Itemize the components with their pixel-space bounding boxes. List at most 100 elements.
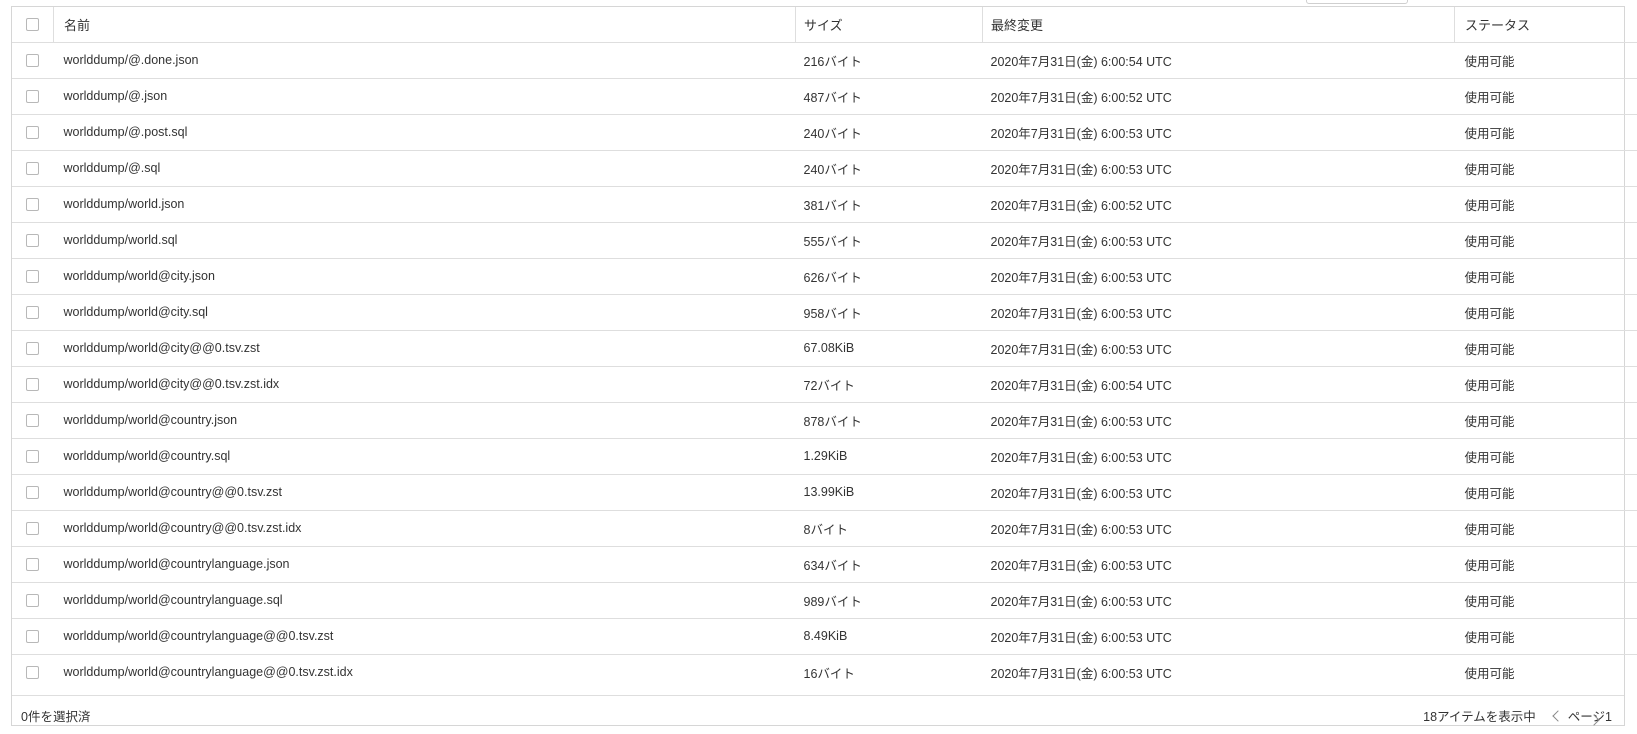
row-select-cell <box>12 618 54 654</box>
object-modified: 2020年7月31日(金) 6:00:53 UTC <box>990 126 1172 141</box>
object-name[interactable]: worlddump/world@country.sql <box>54 438 796 474</box>
row-checkbox[interactable] <box>26 521 39 535</box>
object-modified: 2020年7月31日(金) 6:00:52 UTC <box>990 90 1172 105</box>
column-header-size[interactable]: サイズ <box>795 7 983 42</box>
row-checkbox[interactable] <box>26 125 39 139</box>
row-checkbox[interactable] <box>26 377 39 391</box>
row-checkbox[interactable] <box>26 449 39 463</box>
row-actions-cell <box>1633 654 1637 690</box>
object-size: 240バイト <box>803 126 862 141</box>
object-modified: 2020年7月31日(金) 6:00:53 UTC <box>990 234 1172 249</box>
row-select-cell <box>12 582 54 618</box>
object-name[interactable]: worlddump/@.post.sql <box>54 114 796 150</box>
table-row: worlddump/world@city@@0.tsv.zst 67.08KiB 2… <box>12 330 1637 366</box>
object-modified: 2020年7月31日(金) 6:00:53 UTC <box>990 666 1172 681</box>
object-status: 使用可能 <box>1464 54 1515 69</box>
table-row: worlddump/world@city@@0.tsv.zst.idx 72バイト… <box>12 366 1637 402</box>
row-checkbox[interactable] <box>26 269 39 283</box>
object-name[interactable]: worlddump/world@countrylanguage@@0.tsv.z… <box>54 654 796 690</box>
row-select-cell <box>12 474 54 510</box>
row-actions-cell <box>1633 438 1637 474</box>
object-name[interactable]: worlddump/world@country.json <box>54 402 796 438</box>
row-checkbox[interactable] <box>26 485 39 499</box>
object-size: 381バイト <box>803 198 862 213</box>
row-checkbox[interactable] <box>26 629 39 643</box>
row-actions-cell <box>1633 42 1637 78</box>
row-checkbox[interactable] <box>26 665 39 679</box>
object-name[interactable]: worlddump/world.sql <box>54 222 796 258</box>
row-checkbox[interactable] <box>26 413 39 427</box>
object-status: 使用可能 <box>1464 666 1515 681</box>
object-name[interactable]: worlddump/world@countrylanguage.json <box>54 546 796 582</box>
row-checkbox[interactable] <box>26 161 39 175</box>
row-select-cell <box>12 654 54 690</box>
select-all-checkbox[interactable] <box>26 17 39 31</box>
row-checkbox[interactable] <box>26 53 39 67</box>
object-status: 使用可能 <box>1464 90 1515 105</box>
object-name[interactable]: worlddump/world@countrylanguage.sql <box>54 582 796 618</box>
row-checkbox[interactable] <box>26 341 39 355</box>
object-status: 使用可能 <box>1464 558 1515 573</box>
row-checkbox[interactable] <box>26 89 39 103</box>
objects-table: 名前 サイズ 最終変更 ステータス worlddump/@.done.json 2… <box>12 7 1637 690</box>
table-row: worlddump/world@country@@0.tsv.zst.idx 8バ… <box>12 510 1637 546</box>
object-name[interactable]: worlddump/world@city@@0.tsv.zst.idx <box>54 366 796 402</box>
object-name[interactable]: worlddump/world@city@@0.tsv.zst <box>54 330 796 366</box>
row-actions-cell <box>1633 78 1637 114</box>
row-actions-cell <box>1633 294 1637 330</box>
table-row: worlddump/@.post.sql 240バイト 2020年7月31日(金) … <box>12 114 1637 150</box>
row-actions-cell <box>1633 474 1637 510</box>
object-status: 使用可能 <box>1464 450 1515 465</box>
object-name[interactable]: worlddump/world@countrylanguage@@0.tsv.z… <box>54 618 796 654</box>
object-size: 16バイト <box>803 666 855 681</box>
row-checkbox[interactable] <box>26 305 39 319</box>
selected-count: 0件を選択済 <box>21 710 91 724</box>
row-actions-cell <box>1633 114 1637 150</box>
row-checkbox[interactable] <box>26 557 39 571</box>
table-row: worlddump/world@country.sql 1.29KiB 2020年7… <box>12 438 1637 474</box>
table-row: worlddump/world@countrylanguage@@0.tsv.z… <box>12 654 1637 690</box>
object-name[interactable]: worlddump/world@country@@0.tsv.zst.idx <box>54 510 796 546</box>
object-status: 使用可能 <box>1464 486 1515 501</box>
object-name[interactable]: worlddump/world@country@@0.tsv.zst <box>54 474 796 510</box>
row-select-cell <box>12 366 54 402</box>
object-modified: 2020年7月31日(金) 6:00:53 UTC <box>990 486 1172 501</box>
column-header-modified[interactable]: 最終変更 <box>982 7 1455 42</box>
table-row: worlddump/world@city.sql 958バイト 2020年7月31日… <box>12 294 1637 330</box>
row-actions-cell <box>1633 402 1637 438</box>
object-status: 使用可能 <box>1464 198 1515 213</box>
object-modified: 2020年7月31日(金) 6:00:53 UTC <box>990 414 1172 429</box>
object-name[interactable]: worlddump/world@city.sql <box>54 294 796 330</box>
row-select-cell <box>12 42 54 78</box>
object-name[interactable]: worlddump/@.sql <box>54 150 796 186</box>
object-name[interactable]: worlddump/@.done.json <box>54 42 796 78</box>
row-checkbox[interactable] <box>26 233 39 247</box>
object-modified: 2020年7月31日(金) 6:00:53 UTC <box>990 162 1172 177</box>
object-size: 1.29KiB <box>803 449 848 463</box>
object-size: 878バイト <box>803 414 862 429</box>
object-name[interactable]: worlddump/world.json <box>54 186 796 222</box>
row-checkbox[interactable] <box>26 197 39 211</box>
top-control-button[interactable] <box>1306 0 1408 4</box>
row-select-cell <box>12 546 54 582</box>
object-size: 555バイト <box>803 234 862 249</box>
object-status: 使用可能 <box>1464 270 1515 285</box>
object-status: 使用可能 <box>1464 522 1515 537</box>
column-header-status[interactable]: ステータス <box>1454 7 1633 42</box>
object-name[interactable]: worlddump/@.json <box>54 78 796 114</box>
table-row: worlddump/world@countrylanguage.json 634バ… <box>12 546 1637 582</box>
chevron-left-icon[interactable] <box>1552 709 1564 722</box>
row-actions-cell <box>1633 186 1637 222</box>
column-header-name[interactable]: 名前 <box>53 7 796 42</box>
object-name[interactable]: worlddump/world@city.json <box>54 258 796 294</box>
object-modified: 2020年7月31日(金) 6:00:54 UTC <box>990 378 1172 393</box>
row-actions-cell <box>1633 366 1637 402</box>
row-actions-cell <box>1633 222 1637 258</box>
row-checkbox[interactable] <box>26 593 39 607</box>
object-status: 使用可能 <box>1464 630 1515 645</box>
object-modified: 2020年7月31日(金) 6:00:53 UTC <box>990 342 1172 357</box>
object-size: 67.08KiB <box>803 341 855 355</box>
pagination: 18アイテムを表示中 ページ1 <box>1423 706 1612 726</box>
row-select-cell <box>12 438 54 474</box>
object-size: 634バイト <box>803 558 862 573</box>
